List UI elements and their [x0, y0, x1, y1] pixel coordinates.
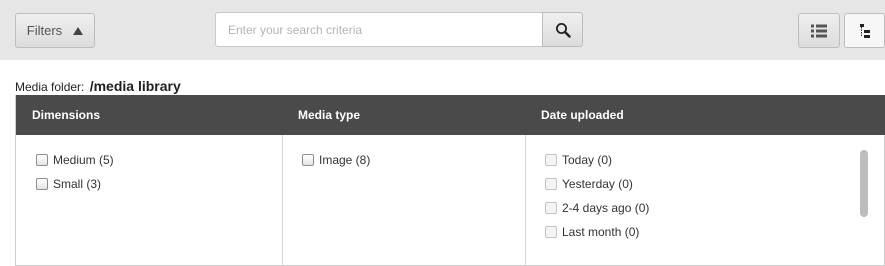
search-bar	[215, 12, 583, 47]
date-uploaded-title: Date uploaded	[541, 108, 624, 122]
filter-option-image[interactable]: Image (8)	[302, 153, 370, 167]
filters-panel: Dimensions Media type Date uploaded Medi…	[15, 95, 885, 266]
filter-option-today[interactable]: Today (0)	[545, 153, 612, 167]
filter-option-label: 2-4 days ago (0)	[562, 201, 650, 215]
media-folder-label: Media folder:	[15, 80, 85, 94]
filter-option-yesterday[interactable]: Yesterday (0)	[545, 177, 633, 191]
column-divider	[525, 135, 526, 266]
media-folder-value: /media library	[89, 78, 181, 94]
search-input[interactable]	[215, 12, 543, 47]
filter-option-label: Yesterday (0)	[562, 177, 633, 191]
filter-option-label: Today (0)	[562, 153, 613, 167]
filter-option-label: Small (3)	[53, 177, 102, 191]
list-view-icon	[811, 24, 827, 37]
media-type-title: Media type	[298, 108, 361, 122]
dimensions-title: Dimensions	[32, 108, 101, 122]
list-view-button[interactable]	[798, 13, 840, 48]
filter-option-label: Medium (5)	[53, 153, 114, 167]
scrollbar-thumb[interactable]	[860, 150, 868, 217]
checkbox[interactable]	[36, 154, 48, 166]
tree-view-button[interactable]	[844, 13, 885, 48]
checkbox[interactable]	[545, 178, 557, 190]
magnifier-icon	[555, 22, 571, 38]
toolbar: Filters	[0, 0, 885, 60]
column-divider	[282, 135, 283, 266]
checkbox[interactable]	[545, 154, 557, 166]
checkbox[interactable]	[545, 226, 557, 238]
filters-label: Filters	[26, 23, 63, 38]
checkbox[interactable]	[302, 154, 314, 166]
filter-option-last-month[interactable]: Last month (0)	[545, 225, 639, 239]
caret-up-icon	[73, 26, 84, 35]
tree-view-icon	[859, 23, 870, 38]
search-button[interactable]	[542, 12, 583, 47]
filter-option-small[interactable]: Small (3)	[36, 177, 101, 191]
filter-option-label: Image (8)	[319, 153, 371, 167]
checkbox[interactable]	[36, 178, 48, 190]
filters-header: Dimensions Media type Date uploaded	[16, 95, 885, 135]
filters-toggle-button[interactable]: Filters	[15, 13, 95, 48]
checkbox[interactable]	[545, 202, 557, 214]
media-folder-path: Media folder: /media library	[15, 78, 181, 94]
filter-option-medium[interactable]: Medium (5)	[36, 153, 114, 167]
filter-option-2-4-days-ago[interactable]: 2-4 days ago (0)	[545, 201, 649, 215]
filter-option-label: Last month (0)	[562, 225, 640, 239]
